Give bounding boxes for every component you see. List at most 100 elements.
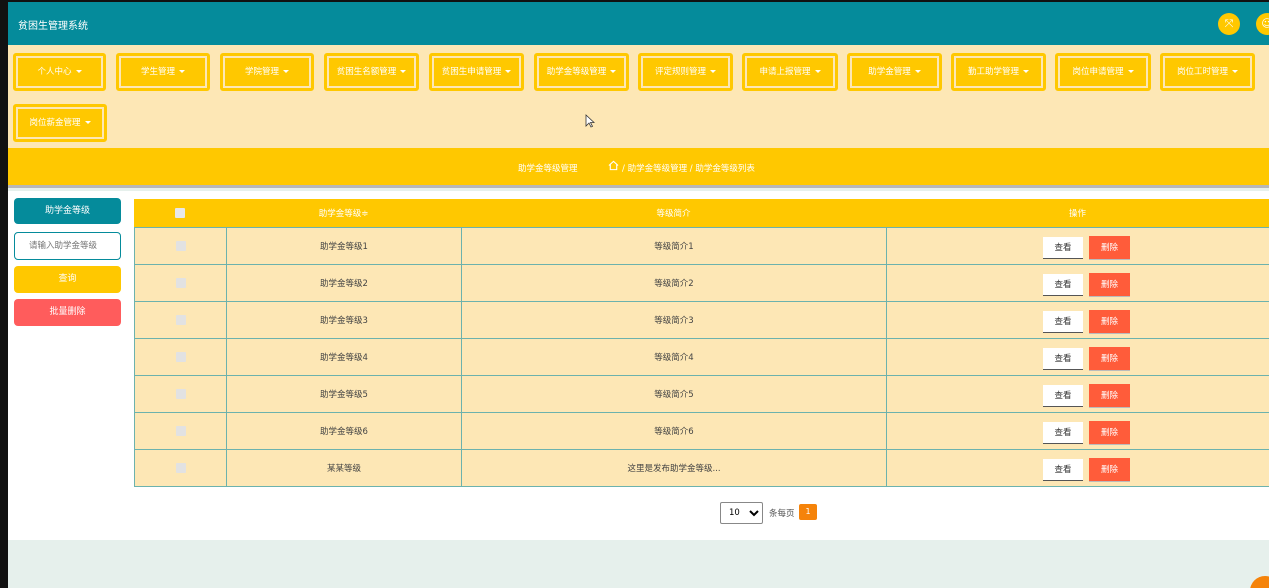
view-button[interactable]: 查看 [1043, 459, 1083, 481]
row-checkbox[interactable] [175, 426, 186, 436]
app-title: 贫困生管理系统 [18, 21, 88, 32]
menu-label: 岗位申请管理 [1072, 67, 1124, 77]
menu-label: 学生管理 [140, 67, 175, 77]
view-button[interactable]: 查看 [1043, 311, 1083, 333]
menu-label: 助学金管理 [868, 67, 911, 77]
caret-down-icon [1023, 70, 1029, 73]
menu-label: 助学金等级管理 [546, 67, 607, 77]
table-row: 助学金等级1 等级简介1 查看 删除 [134, 228, 1269, 265]
view-button[interactable]: 查看 [1043, 348, 1083, 370]
menu-application[interactable]: 贫困生申请管理 [429, 53, 524, 91]
row-desc: 这里是发布助学金等级... [461, 450, 886, 486]
menu-label: 申请上报管理 [759, 67, 811, 77]
menu-grade[interactable]: 助学金等级管理 [534, 53, 629, 91]
search-button[interactable]: 查询 [14, 266, 121, 293]
caret-down-icon [1232, 70, 1238, 73]
select-all-checkbox[interactable] [175, 208, 185, 218]
delete-button[interactable]: 删除 [1089, 384, 1130, 408]
delete-button[interactable]: 删除 [1089, 273, 1130, 297]
delete-button[interactable]: 删除 [1089, 310, 1130, 334]
table-row: 某某等级 这里是发布助学金等级... 查看 删除 [134, 450, 1269, 487]
breadcrumb-path: / 助学金等级管理 / 助学金等级列表 [622, 164, 755, 174]
caret-down-icon [814, 70, 821, 73]
home-icon[interactable] [608, 160, 619, 174]
page-number-current[interactable]: 1 [799, 504, 817, 520]
delete-button[interactable]: 删除 [1089, 236, 1130, 260]
caret-down-icon [1127, 70, 1134, 73]
page-size-select[interactable]: 10 [720, 502, 763, 524]
row-desc: 等级简介6 [461, 413, 886, 449]
menu-salary[interactable]: 岗位薪金管理 [13, 104, 107, 142]
row-checkbox[interactable] [175, 241, 186, 251]
caret-down-icon [610, 70, 617, 73]
row-name: 助学金等级5 [226, 376, 461, 412]
menu-label: 评定规则管理 [654, 67, 706, 77]
table-row: 助学金等级5 等级简介5 查看 删除 [134, 376, 1269, 413]
caret-down-icon [914, 70, 921, 73]
row-name: 助学金等级6 [226, 413, 461, 449]
table-row: 助学金等级4 等级简介4 查看 删除 [134, 339, 1269, 376]
column-header-name[interactable]: 助学金等级≑ [226, 199, 461, 227]
view-button[interactable]: 查看 [1043, 422, 1083, 444]
column-header-ops: 操作 [1068, 209, 1086, 219]
menu-report[interactable]: 申请上报管理 [742, 53, 838, 91]
content-area: 助学金等级 查询 批量删除 助学金等级≑ 等级简介 操作 助学金等级1 等级简介… [8, 191, 1269, 540]
row-name: 助学金等级3 [226, 302, 461, 338]
row-desc: 等级简介1 [461, 228, 886, 264]
row-checkbox[interactable] [175, 278, 186, 288]
app-window: 贫困生管理系统 ⤧ ☺ 个人中心 学生管理 学院管理 贫困生名额管理 贫困生申请… [8, 2, 1269, 588]
per-page-label: 条每页 [769, 509, 795, 519]
menu-work-study[interactable]: 勤工助学管理 [951, 53, 1046, 91]
menu-quota[interactable]: 贫困生名额管理 [324, 53, 419, 91]
menu-position-apply[interactable]: 岗位申请管理 [1055, 53, 1151, 91]
menu-rules[interactable]: 评定规则管理 [638, 53, 733, 91]
caret-down-icon [179, 70, 185, 73]
menu-work-hours[interactable]: 岗位工时管理 [1160, 53, 1255, 91]
caret-down-icon [84, 121, 91, 124]
delete-button[interactable]: 删除 [1089, 458, 1130, 482]
search-input[interactable] [14, 232, 121, 260]
user-icon[interactable]: ☺ [1256, 13, 1269, 35]
delete-button[interactable]: 删除 [1089, 347, 1130, 371]
row-checkbox[interactable] [175, 463, 186, 473]
row-checkbox[interactable] [175, 315, 186, 325]
row-name: 助学金等级2 [226, 265, 461, 301]
row-checkbox[interactable] [175, 352, 186, 362]
menu-label: 贫困生申请管理 [441, 67, 502, 77]
caret-down-icon [400, 70, 407, 73]
caret-down-icon [75, 70, 82, 73]
row-desc: 等级简介4 [461, 339, 886, 375]
menu-label: 学院管理 [244, 67, 279, 77]
caret-down-icon [710, 70, 716, 73]
table-row: 助学金等级3 等级简介3 查看 删除 [134, 302, 1269, 339]
breadcrumb-section: 助学金等级管理 [518, 164, 578, 174]
mouse-cursor-icon [585, 114, 596, 131]
row-name: 助学金等级4 [226, 339, 461, 375]
caret-down-icon [505, 70, 512, 73]
delete-button[interactable]: 删除 [1089, 421, 1130, 445]
row-desc: 等级简介2 [461, 265, 886, 301]
batch-delete-button[interactable]: 批量删除 [14, 299, 121, 326]
row-name: 某某等级 [226, 450, 461, 486]
menu-colleges[interactable]: 学院管理 [220, 53, 314, 91]
table-row: 助学金等级6 等级简介6 查看 删除 [134, 413, 1269, 450]
expand-icon[interactable]: ⤧ [1218, 13, 1240, 35]
floating-action-button[interactable] [1250, 576, 1269, 588]
menu-label: 勤工助学管理 [967, 67, 1019, 77]
column-header-desc: 等级简介 [656, 209, 691, 219]
menu-label: 岗位薪金管理 [29, 118, 81, 128]
view-button[interactable]: 查看 [1043, 385, 1083, 407]
menu-students[interactable]: 学生管理 [116, 53, 210, 91]
menu-label: 贫困生名额管理 [336, 67, 397, 77]
row-desc: 等级简介3 [461, 302, 886, 338]
row-name: 助学金等级1 [226, 228, 461, 264]
top-header: 贫困生管理系统 ⤧ ☺ [8, 2, 1269, 45]
menu-personal-center[interactable]: 个人中心 [13, 53, 106, 91]
table-header: 助学金等级≑ 等级简介 操作 [134, 199, 1269, 228]
top-nav: 个人中心 学生管理 学院管理 贫困生名额管理 贫困生申请管理 助学金等级管理 评… [8, 45, 1269, 148]
menu-grant[interactable]: 助学金管理 [847, 53, 942, 91]
table-row: 助学金等级2 等级简介2 查看 删除 [134, 265, 1269, 302]
row-checkbox[interactable] [175, 389, 186, 399]
view-button[interactable]: 查看 [1043, 274, 1083, 296]
view-button[interactable]: 查看 [1043, 237, 1083, 259]
